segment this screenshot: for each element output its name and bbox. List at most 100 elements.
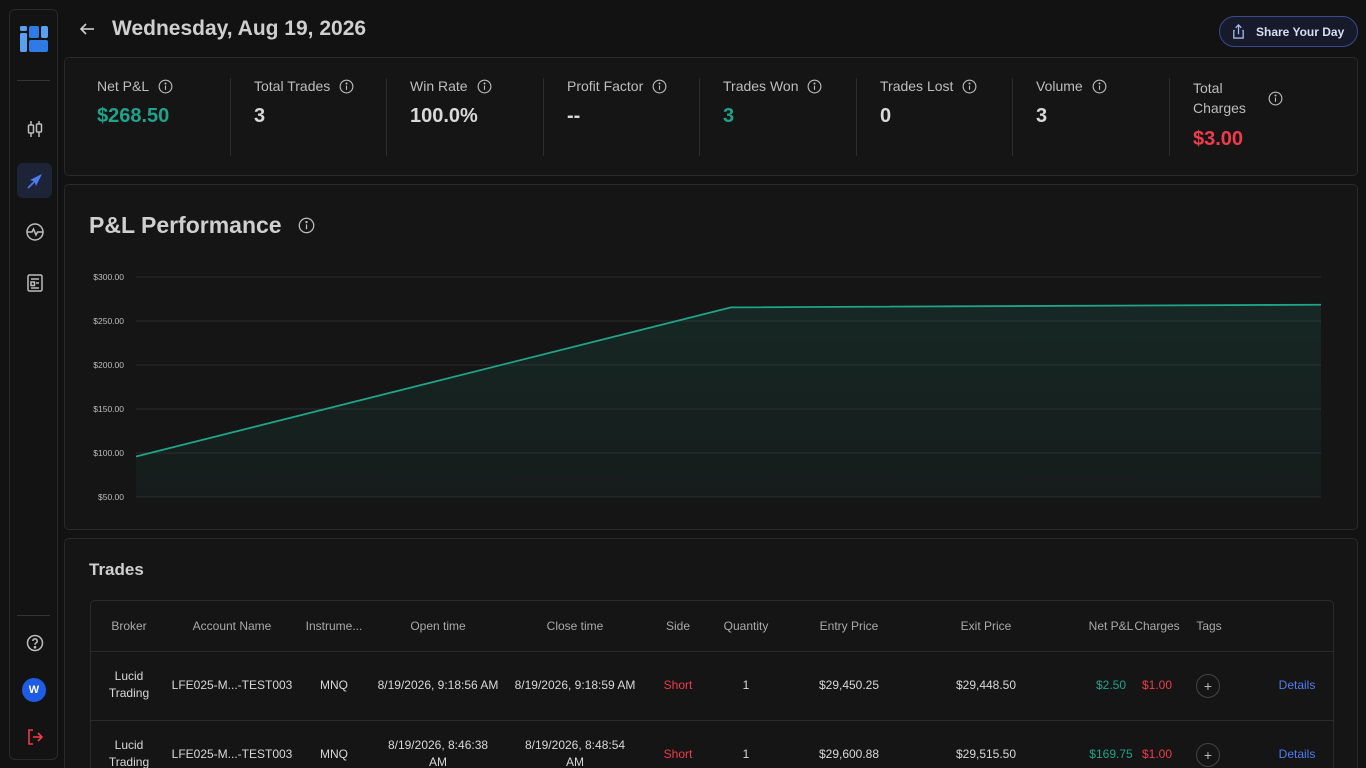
column-header-instrument[interactable]: Instrume... — [306, 619, 363, 633]
stat-divider — [856, 78, 857, 156]
y-tick-label: $300.00 — [93, 272, 124, 282]
column-header-net-pnl[interactable]: Net P&L — [1089, 619, 1134, 633]
sidebar-item-reports[interactable] — [17, 265, 52, 300]
stat-value: 3 — [1036, 105, 1048, 127]
stat-label: Trades Lost — [880, 78, 954, 94]
column-header-tags[interactable]: Tags — [1196, 619, 1221, 633]
arrow-left-icon — [79, 23, 94, 35]
sidebar-item-charts[interactable] — [17, 111, 52, 146]
cell-close-time: 8/19/2026, 8:48:54 AM — [524, 738, 626, 768]
info-icon[interactable] — [652, 79, 667, 94]
stat-label: Total Trades — [254, 78, 331, 94]
stat-divider — [386, 78, 387, 156]
stat-win-rate: Win Rate 100.0% — [410, 78, 492, 156]
stat-divider — [543, 78, 544, 156]
app-logo[interactable] — [20, 26, 48, 52]
row-divider — [91, 651, 1333, 652]
help-button[interactable] — [17, 625, 52, 660]
add-tag-button[interactable]: + — [1196, 674, 1220, 698]
cell-exit-price: $29,448.50 — [955, 678, 1017, 692]
column-header-exit-price[interactable]: Exit Price — [961, 619, 1012, 633]
column-header-close-time[interactable]: Close time — [547, 619, 604, 633]
cell-broker: Lucid Trading — [108, 669, 150, 700]
logout-icon — [27, 728, 43, 745]
help-icon — [26, 634, 43, 651]
column-header-account-name[interactable]: Account Name — [193, 619, 272, 633]
stat-total-trades: Total Trades 3 — [254, 78, 354, 156]
stat-trades-lost: Trades Lost 0 — [880, 78, 977, 156]
share-your-day-button[interactable]: Share Your Day — [1219, 16, 1358, 47]
y-tick-label: $250.00 — [93, 316, 124, 326]
column-header-quantity[interactable]: Quantity — [724, 619, 769, 633]
add-tag-button[interactable]: + — [1196, 743, 1220, 767]
cell-account: LFE025-M...-TEST003 — [171, 678, 293, 692]
avatar[interactable]: W — [22, 678, 46, 702]
stat-label: Volume — [1036, 78, 1083, 94]
cell-net-pnl: $169.75 — [1089, 747, 1133, 761]
cell-instrument: MNQ — [320, 678, 348, 692]
column-header-open-time[interactable]: Open time — [410, 619, 465, 633]
sidebar-divider — [17, 80, 50, 81]
stat-value: $268.50 — [97, 105, 170, 127]
stat-label: Total Charges — [1193, 80, 1246, 116]
info-icon[interactable] — [807, 79, 822, 94]
compass-icon — [26, 173, 42, 189]
sidebar-item-analytics[interactable] — [17, 214, 52, 249]
info-icon[interactable] — [158, 79, 173, 94]
stats-card: Net P&L $268.50 Total Trades 3 Win Rate … — [64, 57, 1358, 176]
stat-label: Trades Won — [723, 78, 799, 94]
column-header-entry-price[interactable]: Entry Price — [820, 619, 879, 633]
y-tick-label: $50.00 — [98, 492, 124, 502]
sidebar-divider — [17, 615, 50, 616]
details-link[interactable]: Details — [1279, 677, 1316, 694]
info-icon[interactable] — [1268, 91, 1283, 106]
info-icon[interactable] — [1092, 79, 1107, 94]
trades-title: Trades — [89, 560, 144, 579]
stat-net-pnl: Net P&L $268.50 — [97, 78, 173, 156]
trades-card: Trades Broker Account Name Instrume... O… — [64, 538, 1358, 768]
stat-total-charges: Total Charges $3.00 — [1193, 78, 1333, 156]
info-icon[interactable] — [962, 79, 977, 94]
pnl-chart: $300.00 $250.00 $200.00 $150.00 $100.00 $50.0… — [93, 272, 1322, 502]
trades-table: Broker Account Name Instrume... Open tim… — [90, 600, 1334, 768]
cell-open-time: 8/19/2026, 8:46:38 AM — [387, 738, 489, 768]
stat-value: 3 — [723, 105, 735, 127]
cell-open-time: 8/19/2026, 9:18:56 AM — [377, 678, 499, 692]
sidebar: W — [9, 9, 58, 760]
stat-value: $3.00 — [1193, 128, 1244, 150]
column-header-broker[interactable]: Broker — [111, 619, 146, 633]
cell-side: Short — [663, 678, 693, 692]
share-label: Share Your Day — [1256, 24, 1345, 39]
info-icon[interactable] — [339, 79, 354, 94]
stat-label: Net P&L — [97, 78, 150, 94]
cell-net-pnl: $2.50 — [1095, 678, 1127, 692]
cell-instrument: MNQ — [320, 747, 348, 761]
stat-value: 100.0% — [410, 105, 478, 127]
cell-entry-price: $29,450.25 — [818, 678, 880, 692]
column-header-side[interactable]: Side — [666, 619, 690, 633]
cell-charges: $1.00 — [1141, 678, 1173, 692]
stat-profit-factor: Profit Factor -- — [567, 78, 667, 156]
reports-icon — [26, 273, 43, 292]
cell-charges: $1.00 — [1141, 747, 1173, 761]
cell-side: Short — [663, 747, 693, 761]
logout-button[interactable] — [17, 719, 52, 754]
page-title: Wednesday, Aug 19, 2026 — [112, 17, 367, 40]
stat-value: 0 — [880, 105, 892, 127]
y-tick-label: $150.00 — [93, 404, 124, 414]
cell-quantity: 1 — [742, 747, 750, 761]
back-button[interactable] — [77, 18, 97, 40]
cell-entry-price: $29,600.88 — [818, 747, 880, 761]
column-header-charges[interactable]: Charges — [1134, 619, 1179, 633]
stat-volume: Volume 3 — [1036, 78, 1107, 156]
details-link[interactable]: Details — [1279, 746, 1316, 763]
stat-divider — [1012, 78, 1013, 156]
plus-icon: + — [1203, 678, 1213, 694]
stat-value: 3 — [254, 105, 266, 127]
activity-icon — [25, 222, 44, 241]
sidebar-item-journal[interactable] — [17, 163, 52, 198]
share-icon — [1233, 24, 1244, 39]
y-tick-label: $200.00 — [93, 360, 124, 370]
plus-icon: + — [1203, 747, 1213, 763]
info-icon[interactable] — [477, 79, 492, 94]
